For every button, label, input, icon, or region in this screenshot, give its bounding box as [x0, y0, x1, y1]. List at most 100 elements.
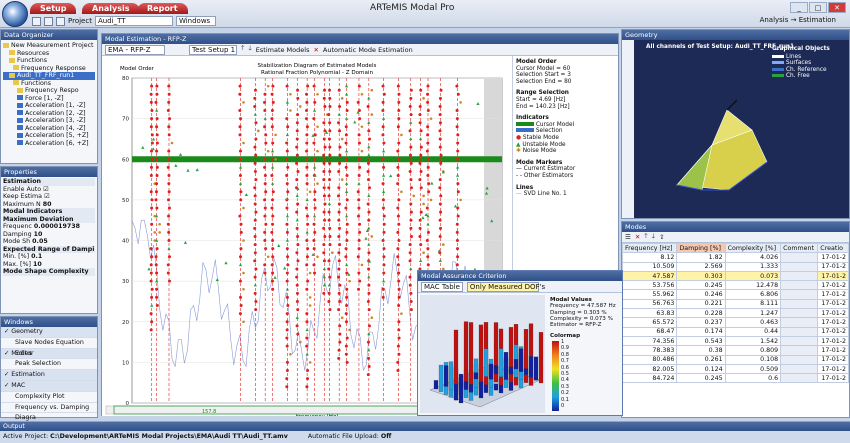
stable-mode-point[interactable] [253, 218, 257, 222]
stable-mode-point[interactable] [271, 247, 275, 251]
noise-mode-point[interactable] [348, 279, 351, 283]
stable-mode-point[interactable] [263, 182, 267, 186]
stable-mode-point[interactable] [285, 206, 289, 210]
stable-mode-point[interactable] [337, 226, 341, 230]
stable-mode-point[interactable] [305, 287, 309, 291]
noise-mode-point[interactable] [340, 97, 344, 100]
stable-mode-point[interactable] [295, 299, 299, 303]
table-row[interactable]: 63.83 0.228 1.247 17-01-2 [621, 308, 849, 319]
stable-mode-point[interactable] [285, 149, 289, 153]
noise-mode-point[interactable] [308, 190, 312, 194]
stable-mode-point[interactable] [357, 198, 361, 202]
stable-mode-point[interactable] [305, 344, 309, 348]
stable-mode-point[interactable] [253, 194, 257, 198]
stable-mode-point[interactable] [337, 308, 341, 312]
stable-mode-point[interactable] [150, 287, 154, 291]
stable-mode-point[interactable] [345, 222, 349, 226]
stable-mode-point[interactable] [345, 174, 349, 177]
stable-mode-point[interactable] [167, 92, 171, 96]
stable-mode-point[interactable] [438, 145, 442, 149]
stable-mode-point[interactable] [150, 206, 154, 210]
stable-mode-point[interactable] [419, 169, 423, 173]
stable-mode-point[interactable] [366, 373, 370, 377]
noise-mode-point[interactable] [422, 97, 425, 100]
stable-mode-point[interactable] [426, 125, 430, 129]
stable-mode-point[interactable] [357, 133, 361, 137]
windows-select[interactable]: Windows [175, 16, 216, 26]
stable-mode-point[interactable] [167, 100, 171, 104]
arrow-up-icon[interactable]: 🡑 [644, 232, 647, 243]
stable-mode-point[interactable] [154, 190, 158, 194]
stable-mode-point[interactable] [328, 121, 332, 125]
stable-mode-point[interactable] [427, 157, 431, 161]
stable-mode-point[interactable] [396, 214, 400, 218]
stable-mode-point[interactable] [409, 202, 413, 206]
stable-mode-point[interactable] [322, 153, 326, 157]
stable-mode-point[interactable] [396, 344, 400, 348]
noise-mode-point[interactable] [266, 149, 270, 153]
stable-mode-point[interactable] [438, 202, 442, 206]
stable-mode-point[interactable] [264, 222, 268, 226]
stable-mode-point[interactable] [253, 88, 257, 92]
window-item[interactable]: ✓ Modes [1, 348, 97, 360]
tree-item[interactable]: Acceleration [3, -Z] [3, 117, 95, 125]
stable-mode-point[interactable] [322, 259, 326, 263]
stable-mode-point[interactable] [426, 141, 430, 145]
stable-mode-point[interactable] [167, 255, 171, 259]
stable-mode-point[interactable] [357, 174, 361, 177]
stable-mode-point[interactable] [286, 125, 290, 129]
stable-mode-point[interactable] [295, 267, 299, 271]
stable-mode-point[interactable] [408, 275, 412, 279]
stable-mode-point[interactable] [305, 133, 309, 137]
stable-mode-point[interactable] [418, 121, 422, 125]
stable-mode-point[interactable] [313, 206, 317, 210]
noise-mode-point[interactable] [400, 133, 403, 137]
noise-mode-point[interactable] [422, 194, 425, 198]
stable-mode-point[interactable] [327, 267, 331, 271]
stable-mode-point[interactable] [166, 165, 170, 169]
stable-mode-point[interactable] [367, 251, 371, 255]
prop-damping[interactable]: Damping 10 [3, 231, 95, 239]
stable-mode-point[interactable] [238, 157, 242, 161]
stable-mode-point[interactable] [322, 178, 326, 182]
stable-mode-point[interactable] [366, 104, 370, 108]
stable-mode-point[interactable] [427, 182, 431, 186]
stable-mode-point[interactable] [166, 198, 170, 202]
stable-mode-point[interactable] [456, 149, 460, 153]
stable-mode-point[interactable] [426, 230, 430, 234]
stable-mode-point[interactable] [167, 279, 171, 283]
stable-mode-point[interactable] [150, 84, 154, 88]
stable-mode-point[interactable] [150, 255, 154, 259]
stable-mode-point[interactable] [328, 96, 332, 100]
stable-mode-point[interactable] [322, 226, 326, 230]
stable-mode-point[interactable] [322, 194, 326, 198]
stable-mode-point[interactable] [337, 88, 341, 92]
table-row[interactable]: 68.47 0.174 0.44 17-01-2 [621, 326, 849, 337]
stable-mode-point[interactable] [296, 259, 300, 263]
noise-mode-point[interactable] [308, 296, 312, 299]
table-row[interactable]: 10.509 2.569 1.333 17-01-2 [621, 261, 849, 272]
noise-mode-point[interactable] [289, 92, 292, 96]
stable-mode-point[interactable] [253, 226, 257, 230]
stable-mode-point[interactable] [322, 186, 326, 190]
stable-mode-point[interactable] [313, 190, 317, 194]
stable-mode-point[interactable] [418, 178, 422, 182]
stable-mode-point[interactable] [270, 125, 274, 129]
noise-mode-point[interactable] [266, 84, 270, 88]
stable-mode-point[interactable] [271, 239, 275, 242]
stable-mode-point[interactable] [381, 295, 385, 299]
stable-mode-point[interactable] [270, 109, 274, 112]
stable-mode-point[interactable] [396, 247, 400, 251]
stable-mode-point[interactable] [455, 84, 459, 88]
stable-mode-point[interactable] [455, 222, 459, 226]
stable-mode-point[interactable] [253, 243, 257, 247]
table-row[interactable]: 74.356 0.543 1.542 17-01-2 [621, 335, 849, 347]
window-item[interactable]: ✓ Estimation [1, 370, 97, 381]
stable-mode-point[interactable] [286, 263, 290, 267]
stable-mode-point[interactable] [286, 190, 290, 194]
stable-mode-point[interactable] [155, 165, 159, 169]
window-item[interactable]: ✓ Geometry [1, 327, 97, 338]
stable-mode-point[interactable] [366, 202, 370, 206]
stable-mode-point[interactable] [438, 129, 442, 133]
stable-mode-point[interactable] [312, 239, 316, 242]
